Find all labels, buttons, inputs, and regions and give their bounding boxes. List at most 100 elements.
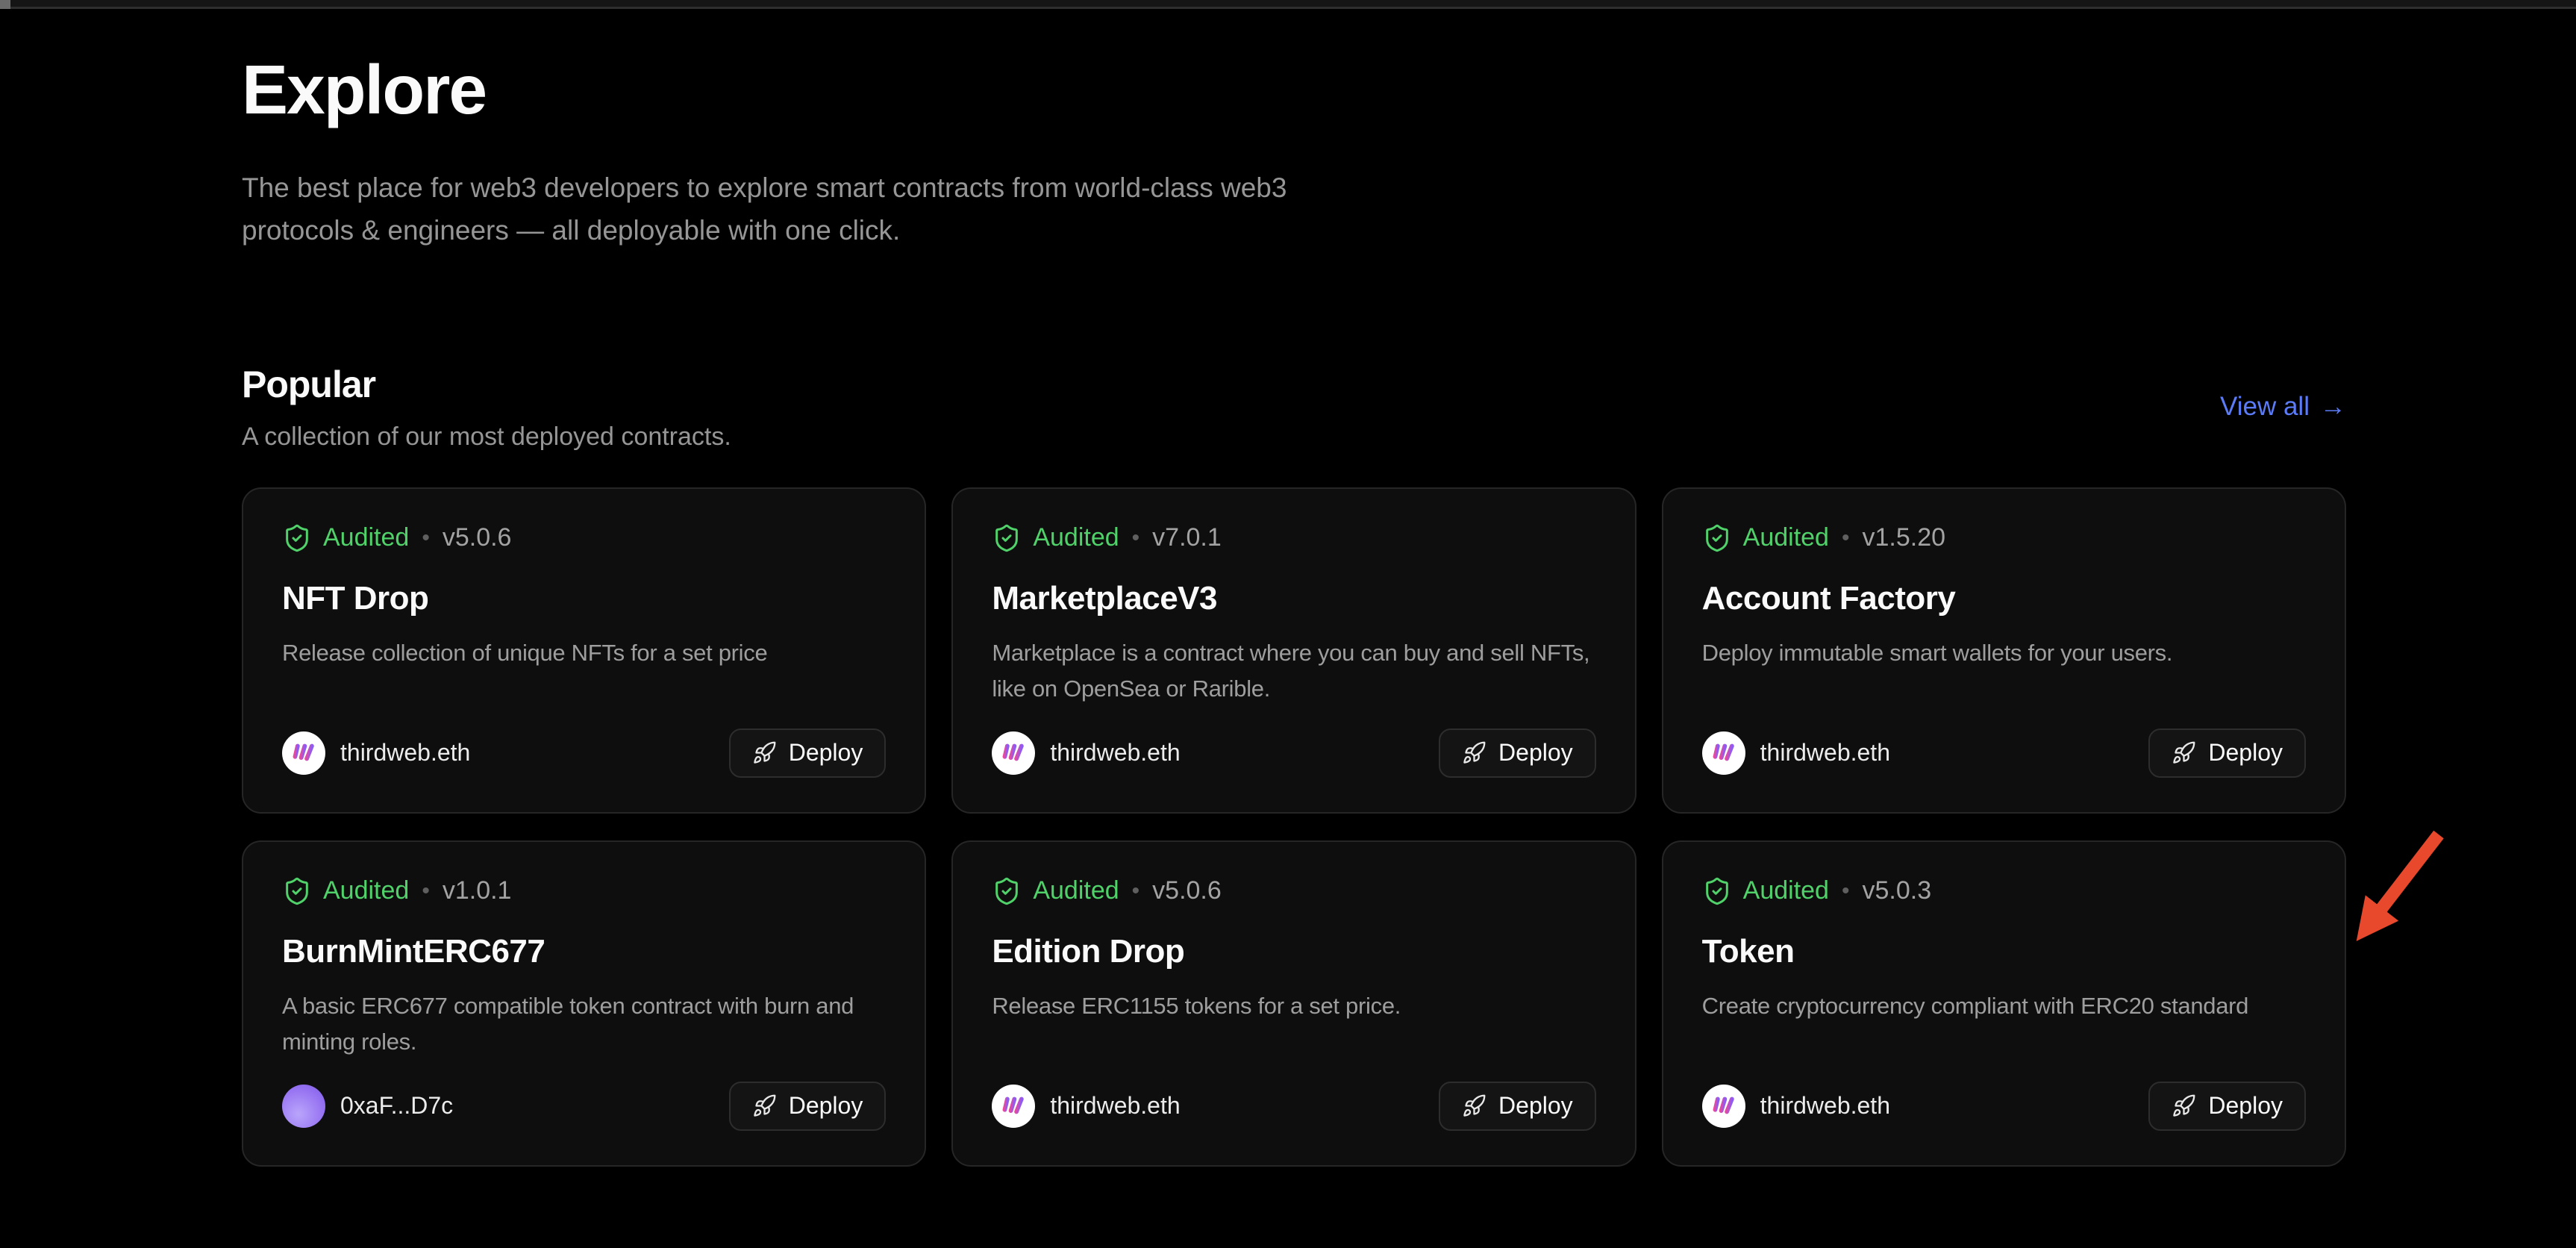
dot-separator: • xyxy=(420,879,431,904)
thirdweb-logo-icon xyxy=(1711,1096,1736,1117)
thirdweb-logo-icon xyxy=(291,743,316,764)
window-corner-notch xyxy=(0,0,10,9)
contracts-grid: Audited • v5.0.6 NFT Drop Release collec… xyxy=(242,487,2346,1167)
audited-badge: Audited xyxy=(1033,876,1119,905)
publisher[interactable]: thirdweb.eth xyxy=(1702,1085,1890,1128)
deploy-label: Deploy xyxy=(1498,1092,1573,1120)
contract-title[interactable]: Account Factory xyxy=(1702,580,2306,617)
deploy-button[interactable]: Deploy xyxy=(1439,728,1596,778)
deploy-button[interactable]: Deploy xyxy=(1439,1082,1596,1131)
contract-card[interactable]: Audited • v5.0.3 Token Create cryptocurr… xyxy=(1662,840,2346,1167)
dot-separator: • xyxy=(1840,879,1851,904)
version-label: v1.0.1 xyxy=(443,876,512,905)
audited-badge: Audited xyxy=(1743,523,1829,552)
version-label: v1.5.20 xyxy=(1863,523,1946,552)
card-footer: thirdweb.eth Deploy xyxy=(992,728,1595,778)
contract-title[interactable]: Edition Drop xyxy=(992,933,1595,970)
rocket-icon xyxy=(1462,1093,1486,1118)
publisher[interactable]: thirdweb.eth xyxy=(992,1085,1180,1128)
contract-title[interactable]: Token xyxy=(1702,933,2306,970)
publisher[interactable]: thirdweb.eth xyxy=(1702,731,1890,775)
dot-separator: • xyxy=(1840,525,1851,551)
rocket-icon xyxy=(752,1093,777,1118)
shield-check-icon xyxy=(992,523,1022,553)
publisher[interactable]: thirdweb.eth xyxy=(992,731,1180,775)
version-label: v5.0.3 xyxy=(1863,876,1932,905)
deploy-label: Deploy xyxy=(789,1092,863,1120)
audited-badge: Audited xyxy=(323,523,409,552)
contract-description: Marketplace is a contract where you can … xyxy=(992,635,1595,707)
contract-description: Deploy immutable smart wallets for your … xyxy=(1702,635,2306,671)
dot-separator: • xyxy=(1131,525,1142,551)
shield-check-icon xyxy=(282,876,312,906)
thirdweb-logo-icon xyxy=(1001,743,1026,764)
contract-title[interactable]: BurnMintERC677 xyxy=(282,933,886,970)
popular-heading-block: Popular A collection of our most deploye… xyxy=(242,363,731,452)
deploy-button[interactable]: Deploy xyxy=(2148,1082,2306,1131)
thirdweb-logo-icon xyxy=(1001,1096,1026,1117)
contract-title[interactable]: MarketplaceV3 xyxy=(992,580,1595,617)
contract-description: Release collection of unique NFTs for a … xyxy=(282,635,886,671)
publisher-name: 0xaF...D7c xyxy=(340,1092,453,1120)
publisher-avatar xyxy=(992,731,1035,775)
publisher-avatar xyxy=(992,1085,1035,1128)
audited-badge: Audited xyxy=(1743,876,1829,905)
deploy-label: Deploy xyxy=(789,739,863,767)
explore-page: Explore The best place for web3 develope… xyxy=(242,10,2346,1167)
deploy-button[interactable]: Deploy xyxy=(729,1082,887,1131)
contract-description: Create cryptocurrency compliant with ERC… xyxy=(1702,988,2306,1024)
deploy-button[interactable]: Deploy xyxy=(2148,728,2306,778)
publisher-name: thirdweb.eth xyxy=(1050,739,1180,767)
card-footer: 0xaF...D7c Deploy xyxy=(282,1082,886,1131)
shield-check-icon xyxy=(282,523,312,553)
window-top-edge xyxy=(0,0,2576,9)
publisher[interactable]: thirdweb.eth xyxy=(282,731,470,775)
contract-title[interactable]: NFT Drop xyxy=(282,580,886,617)
deploy-button[interactable]: Deploy xyxy=(729,728,887,778)
contract-card[interactable]: Audited • v7.0.1 MarketplaceV3 Marketpla… xyxy=(951,487,1636,814)
publisher-name: thirdweb.eth xyxy=(1760,1092,1890,1120)
publisher-avatar xyxy=(1702,731,1745,775)
rocket-icon xyxy=(1462,740,1486,765)
publisher[interactable]: 0xaF...D7c xyxy=(282,1085,453,1128)
rocket-icon xyxy=(2172,1093,2196,1118)
right-arrow-icon: → xyxy=(2320,392,2346,422)
rocket-icon xyxy=(752,740,777,765)
deploy-label: Deploy xyxy=(1498,739,1573,767)
version-label: v5.0.6 xyxy=(443,523,512,552)
version-label: v5.0.6 xyxy=(1152,876,1222,905)
audited-badge: Audited xyxy=(1033,523,1119,552)
page-subtitle: The best place for web3 developers to ex… xyxy=(242,166,2346,252)
contract-card[interactable]: Audited • v5.0.6 Edition Drop Release ER… xyxy=(951,840,1636,1167)
shield-check-icon xyxy=(992,876,1022,906)
badge-row: Audited • v7.0.1 xyxy=(992,523,1595,553)
annotation-arrow-icon xyxy=(2334,820,2469,961)
audited-badge: Audited xyxy=(323,876,409,905)
publisher-name: thirdweb.eth xyxy=(1050,1092,1180,1120)
badge-row: Audited • v5.0.6 xyxy=(282,523,886,553)
deploy-label: Deploy xyxy=(2208,1092,2283,1120)
publisher-avatar xyxy=(282,731,325,775)
shield-check-icon xyxy=(1702,876,1732,906)
deploy-label: Deploy xyxy=(2208,739,2283,767)
publisher-avatar xyxy=(1702,1085,1745,1128)
badge-row: Audited • v5.0.3 xyxy=(1702,876,2306,906)
card-footer: thirdweb.eth Deploy xyxy=(992,1082,1595,1131)
view-all-link[interactable]: View all → xyxy=(2220,392,2346,422)
contract-description: Release ERC1155 tokens for a set price. xyxy=(992,988,1595,1024)
thirdweb-logo-icon xyxy=(1711,743,1736,764)
page-title: Explore xyxy=(242,55,2346,125)
popular-title: Popular xyxy=(242,363,731,406)
contract-card[interactable]: Audited • v5.0.6 NFT Drop Release collec… xyxy=(242,487,926,814)
contract-card[interactable]: Audited • v1.5.20 Account Factory Deploy… xyxy=(1662,487,2346,814)
popular-subtitle: A collection of our most deployed contra… xyxy=(242,422,731,452)
contract-card[interactable]: Audited • v1.0.1 BurnMintERC677 A basic … xyxy=(242,840,926,1167)
card-footer: thirdweb.eth Deploy xyxy=(282,728,886,778)
view-all-label: View all xyxy=(2220,392,2310,422)
contract-description: A basic ERC677 compatible token contract… xyxy=(282,988,886,1060)
card-footer: thirdweb.eth Deploy xyxy=(1702,1082,2306,1131)
dot-separator: • xyxy=(1131,879,1142,904)
popular-header: Popular A collection of our most deploye… xyxy=(242,363,2346,452)
card-footer: thirdweb.eth Deploy xyxy=(1702,728,2306,778)
shield-check-icon xyxy=(1702,523,1732,553)
